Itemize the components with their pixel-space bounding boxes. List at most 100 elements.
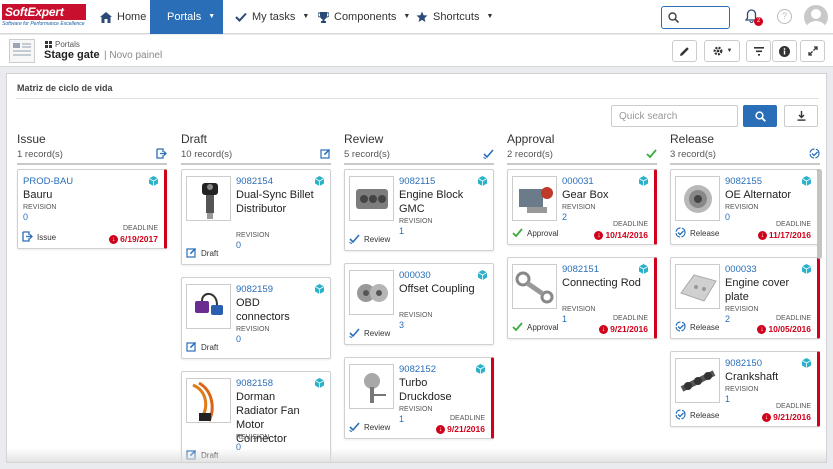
download-button[interactable] [784,105,818,127]
product-thumbnail [675,176,720,221]
revision-value[interactable]: 2 [725,314,730,324]
review-stage-icon[interactable] [483,148,494,162]
settings-button[interactable]: ▼ [704,40,740,62]
revision-value[interactable]: 1 [399,414,404,424]
help-icon[interactable]: ? [777,9,792,24]
nav-home[interactable]: Home [88,0,158,34]
record-card[interactable]: 9082151 Connecting Rod REVISION 1 Approval DE… [507,257,657,339]
record-card[interactable]: 9082159 OBD connectors REVISION 0 Draft [181,277,331,359]
info-button[interactable] [772,40,797,62]
issue-stage-icon[interactable] [156,148,167,162]
overdue-arrow-icon: ↓ [594,230,604,240]
cube-icon[interactable] [475,364,486,377]
page-subtitle: | Novo painel [104,50,163,61]
cube-icon[interactable] [801,176,812,189]
record-count: 1 record(s) [17,149,63,160]
revision-label: REVISION [23,204,57,211]
stage-indicator: Review [349,327,390,340]
cube-icon[interactable] [801,264,812,277]
cube-icon[interactable] [314,378,325,391]
stage-label: Review [364,329,391,338]
search-icon [754,110,766,122]
record-id-link[interactable]: 000030 [399,270,431,281]
record-id-link[interactable]: 9082151 [562,264,599,275]
record-id-link[interactable]: 000031 [562,176,594,187]
scrollbar-thumb[interactable] [817,169,822,259]
record-card[interactable]: 000033 Engine cover plate REVISION 2 Release… [670,257,820,339]
quick-search-input[interactable] [611,105,738,127]
record-id-link[interactable]: 9082154 [236,176,273,187]
revision-value[interactable]: 0 [236,334,241,344]
revision-value[interactable]: 3 [399,320,404,330]
draft-stage-icon [186,341,197,354]
approval-stage-icon[interactable] [646,148,657,162]
edit-button[interactable] [672,40,697,62]
record-card[interactable]: 9082150 Crankshaft REVISION 1 Release DEADLIN… [670,351,820,427]
column-issue: Issue 1 record(s) [17,132,167,165]
stage-label: Issue [37,233,57,242]
softexpert-logo[interactable]: SoftExpert Software for Performance Exce… [2,4,86,30]
stage-indicator: Draft [186,247,218,260]
download-icon [797,111,805,121]
user-avatar[interactable] [804,5,828,29]
breadcrumb[interactable]: Portals [45,40,80,49]
global-search-input[interactable] [661,6,730,29]
page-title: Stage gate [44,49,100,61]
revision-label: REVISION [725,386,759,393]
draft-stage-icon[interactable] [320,148,331,162]
revision-value[interactable]: 0 [725,212,730,222]
record-id-link[interactable]: 9082158 [236,378,273,389]
cube-icon[interactable] [314,176,325,189]
nav-portals[interactable]: Portals ▼ [150,0,223,34]
record-id-link[interactable]: PROD-BAU [23,176,73,187]
top-navigation-bar: SoftExpert Software for Performance Exce… [0,0,833,34]
record-card[interactable]: PROD-BAU Bauru REVISION 0 Issue DEADLINE ↓ 6/19… [17,169,167,249]
record-card[interactable]: 9082155 OE Alternator REVISION 0 Release DEAD… [670,169,820,245]
revision-value[interactable]: 1 [562,314,567,324]
release-stage-icon[interactable] [809,148,820,162]
cube-icon[interactable] [477,270,488,283]
record-card[interactable]: 9082152 Turbo Druckdose REVISION 1 Review DEA… [344,357,494,439]
revision-value[interactable]: 2 [562,212,567,222]
record-id-link[interactable]: 000033 [725,264,757,275]
nav-shortcuts[interactable]: Shortcuts ▼ [404,0,505,34]
revision-label: REVISION [236,326,270,333]
revision-value[interactable]: 0 [236,240,241,250]
record-id-link[interactable]: 9082150 [725,358,762,369]
review-stage-icon [349,327,360,340]
record-count: 2 record(s) [507,149,553,160]
record-count: 10 record(s) [181,149,233,160]
filter-button[interactable] [746,40,771,62]
cube-icon[interactable] [801,358,812,371]
cube-icon[interactable] [638,176,649,189]
revision-value[interactable]: 0 [23,212,28,222]
record-card[interactable]: 9082154 Dual-Sync Billet Distributor REVIS… [181,169,331,265]
cube-icon[interactable] [638,264,649,277]
breadcrumb-label: Portals [55,40,80,49]
lifecycle-matrix-panel: Matriz de ciclo de vida Issue 1 record(s)… [6,73,827,463]
cube-icon[interactable] [477,176,488,189]
record-id-link[interactable]: 9082152 [399,364,436,375]
deadline-label: DEADLINE [775,315,811,322]
record-card[interactable]: 000031 Gear Box REVISION 2 Approval DEADLINE ↓… [507,169,657,245]
revision-value[interactable]: 1 [725,394,730,404]
deadline-date: 10/05/2016 [768,324,811,334]
cube-icon[interactable] [314,284,325,297]
column-draft: Draft 10 record(s) [181,132,331,165]
user-silhouette-icon [806,9,826,29]
cube-icon[interactable] [148,176,159,189]
deadline-label: DEADLINE [775,221,811,228]
quick-search-button[interactable] [743,105,777,127]
overdue-arrow-icon: ↓ [762,412,772,422]
nav-portals-label: Portals [167,11,202,23]
deadline-date: 10/14/2016 [605,230,648,240]
record-id-link[interactable]: 9082155 [725,176,762,187]
revision-value[interactable]: 1 [399,226,404,236]
expand-button[interactable] [800,40,825,62]
record-id-link[interactable]: 9082115 [399,176,435,187]
stage-indicator: Review [349,233,390,246]
record-id-link[interactable]: 9082159 [236,284,273,295]
column-approval: Approval 2 record(s) [507,132,657,165]
record-card[interactable]: 000030 Offset Coupling REVISION 3 Review [344,263,494,345]
record-card[interactable]: 9082115 Engine Block GMC REVISION 1 Review [344,169,494,251]
